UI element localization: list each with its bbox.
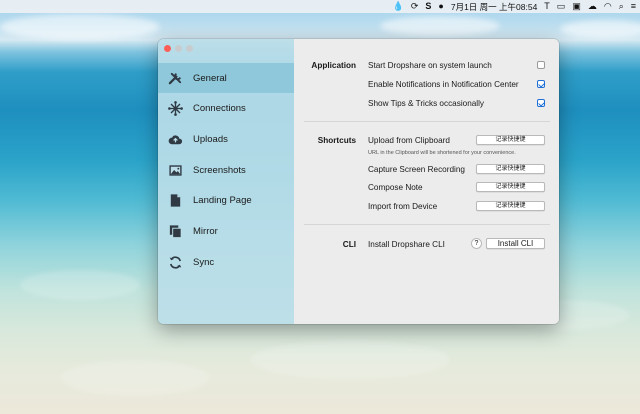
sidebar-item-mirror[interactable]: Mirror xyxy=(158,216,294,246)
close-button[interactable] xyxy=(164,45,171,52)
menu-bar: 💧 ⟳ S ● 7月1日 周一 上午08:54 T ▭ ▣ ☁ ◠ ⌕ ≡ xyxy=(0,0,640,13)
capture-recording-label: Capture Screen Recording xyxy=(368,165,465,174)
application-section-label: Application xyxy=(311,61,356,70)
minimize-button[interactable] xyxy=(175,45,182,52)
section-divider xyxy=(304,224,550,225)
sidebar-item-label: Sync xyxy=(193,256,215,268)
upload-clipboard-label: Upload from Clipboard xyxy=(368,136,450,145)
drop-icon[interactable]: 💧 xyxy=(393,0,404,13)
sidebar-item-connections[interactable]: Connections xyxy=(158,94,294,124)
sidebar-item-label: Mirror xyxy=(193,225,218,237)
sidebar: General Connections Uploads Screenshots … xyxy=(158,39,294,324)
user-avatar-icon[interactable]: ● xyxy=(438,0,443,13)
image-icon xyxy=(168,163,183,178)
launch-on-startup-checkbox[interactable] xyxy=(537,61,545,69)
clipboard-hint: URL in the Clipboard will be shortened f… xyxy=(368,150,516,156)
install-cli-label: Install Dropshare CLI xyxy=(368,240,445,249)
sidebar-item-label: General xyxy=(193,72,227,84)
tips-label: Show Tips & Tricks occasionally xyxy=(368,99,485,108)
cloud-upload-icon xyxy=(168,132,183,147)
upload-clipboard-shortcut-button[interactable]: 记录快捷键 xyxy=(476,135,545,145)
sidebar-item-label: Screenshots xyxy=(193,164,246,176)
sidebar-item-label: Connections xyxy=(193,103,246,115)
compose-note-label: Compose Note xyxy=(368,183,423,192)
launch-on-startup-label: Start Dropshare on system launch xyxy=(368,61,492,70)
wifi-icon[interactable]: ◠ xyxy=(604,0,612,13)
sidebar-item-label: Uploads xyxy=(193,133,228,145)
sidebar-item-screenshots[interactable]: Screenshots xyxy=(158,155,294,185)
document-icon xyxy=(168,193,183,208)
help-button[interactable]: ? xyxy=(471,238,482,249)
control-center-icon[interactable]: ≡ xyxy=(631,0,636,13)
menu-bar-clock[interactable]: 7月1日 周一 上午08:54 xyxy=(451,1,537,13)
connections-icon xyxy=(168,101,183,117)
mirror-icon xyxy=(168,224,183,239)
install-cli-button[interactable]: Install CLI xyxy=(486,238,545,249)
notifications-checkbox[interactable] xyxy=(537,80,545,88)
compose-note-shortcut-button[interactable]: 记录快捷键 xyxy=(476,182,545,192)
general-settings-panel: Application Start Dropshare on system la… xyxy=(294,39,559,324)
sidebar-item-uploads[interactable]: Uploads xyxy=(158,124,294,154)
zoom-button[interactable] xyxy=(186,45,193,52)
text-icon[interactable]: T xyxy=(544,0,550,13)
display-icon[interactable]: ▣ xyxy=(572,0,581,13)
s-icon[interactable]: S xyxy=(425,0,431,13)
capture-recording-shortcut-button[interactable]: 记录快捷键 xyxy=(476,164,545,174)
window-controls xyxy=(164,45,193,52)
preferences-window: General Connections Uploads Screenshots … xyxy=(158,39,559,324)
import-device-shortcut-button[interactable]: 记录快捷键 xyxy=(476,201,545,211)
cloud-icon[interactable]: ☁ xyxy=(588,0,597,13)
notifications-label: Enable Notifications in Notification Cen… xyxy=(368,80,519,89)
sidebar-item-general[interactable]: General xyxy=(158,63,294,93)
sync-icon xyxy=(168,255,183,270)
sync-status-icon[interactable]: ⟳ xyxy=(411,0,419,13)
tips-checkbox[interactable] xyxy=(537,99,545,107)
wrench-screwdriver-icon xyxy=(168,71,183,86)
import-device-label: Import from Device xyxy=(368,202,438,211)
cli-section-label: CLI xyxy=(342,240,356,249)
screen-record-icon[interactable]: ▭ xyxy=(557,0,566,13)
search-icon[interactable]: ⌕ xyxy=(619,0,624,13)
sidebar-item-label: Landing Page xyxy=(193,195,252,207)
shortcuts-section-label: Shortcuts xyxy=(317,136,356,145)
sidebar-item-landing-page[interactable]: Landing Page xyxy=(158,186,294,216)
section-divider xyxy=(304,121,550,122)
sidebar-item-sync[interactable]: Sync xyxy=(158,247,294,277)
